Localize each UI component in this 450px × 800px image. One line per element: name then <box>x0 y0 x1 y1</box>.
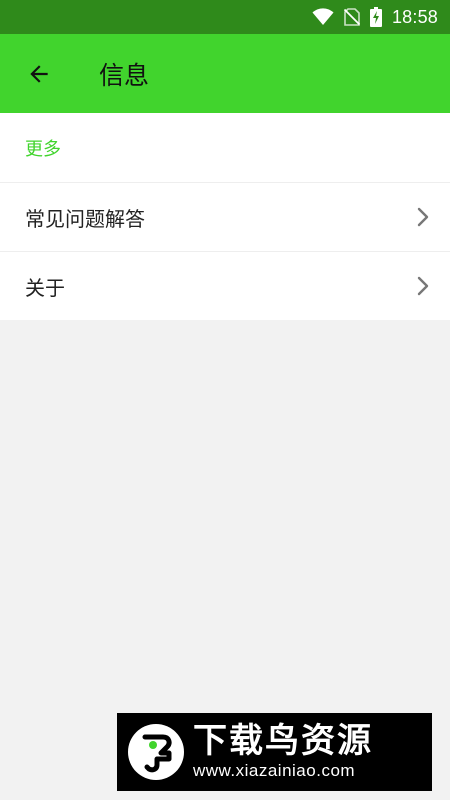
watermark-banner: 下载鸟资源 www.xiazainiao.com <box>117 713 432 791</box>
page-title: 信息 <box>99 60 150 90</box>
status-time: 18:58 <box>391 6 438 27</box>
settings-list: 更多 常见问题解答 关于 <box>0 113 450 320</box>
list-item-label: 关于 <box>25 275 65 300</box>
list-item-faq[interactable]: 常见问题解答 <box>0 183 450 252</box>
arrow-left-icon <box>30 64 48 83</box>
watermark-title: 下载鸟资源 <box>193 721 373 761</box>
list-item-label: 常见问题解答 <box>25 206 145 231</box>
watermark-text: 下载鸟资源 www.xiazainiao.com <box>193 723 373 781</box>
chevron-right-icon <box>414 207 432 227</box>
wifi-icon <box>312 8 334 26</box>
watermark-url: www.xiazainiao.com <box>193 761 356 780</box>
no-sim-icon <box>343 8 360 26</box>
section-header-more: 更多 <box>0 113 450 183</box>
bird-logo-icon <box>125 721 187 783</box>
app-bar: 信息 <box>0 34 450 113</box>
status-bar: 18:58 <box>0 0 450 34</box>
back-button[interactable] <box>24 59 54 89</box>
chevron-right-icon <box>414 276 432 296</box>
list-item-about[interactable]: 关于 <box>0 252 450 320</box>
battery-charging-icon <box>369 7 382 27</box>
